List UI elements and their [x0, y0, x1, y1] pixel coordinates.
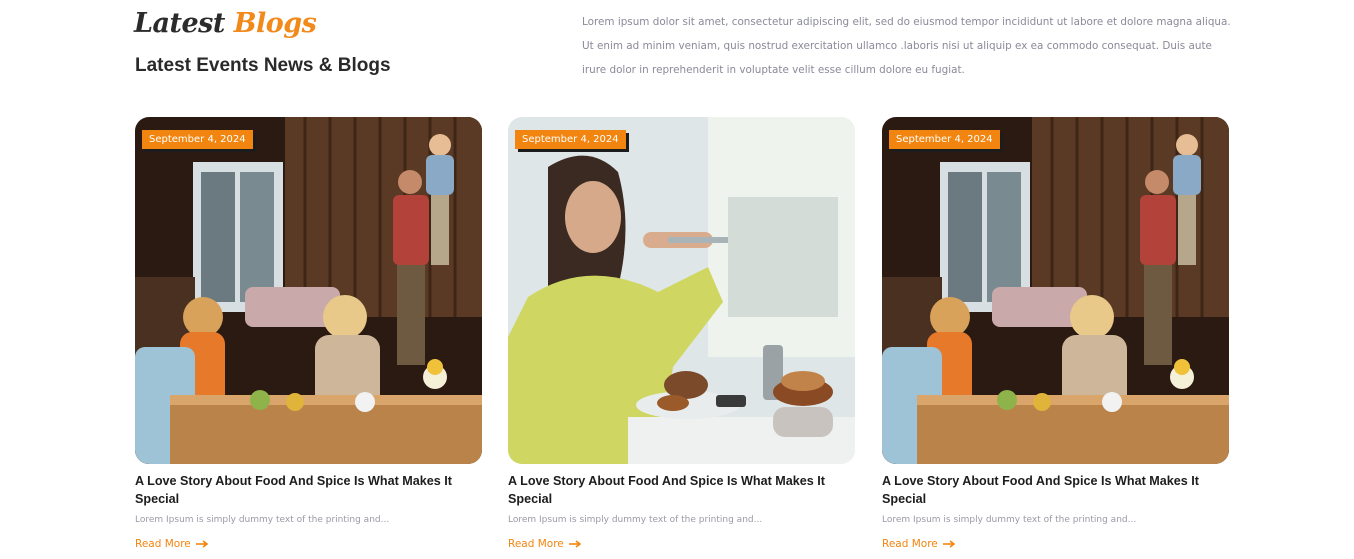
blog-card-image[interactable]: September 4, 2024 — [508, 117, 855, 464]
read-more-link[interactable]: Read More — [882, 538, 955, 550]
section-subtitle: Latest Events News & Blogs — [135, 55, 391, 76]
blog-card-title[interactable]: A Love Story About Food And Spice Is Wha… — [508, 472, 828, 508]
arrow-right-icon — [942, 540, 955, 548]
woman-photographing-food-photo — [508, 117, 855, 464]
blog-card-excerpt: Lorem Ipsum is simply dummy text of the … — [508, 515, 763, 525]
read-more-label: Read More — [508, 538, 564, 550]
script-title-word-1: Latest — [134, 8, 225, 39]
blog-card-image[interactable]: September 4, 2024 — [135, 117, 482, 464]
blog-card[interactable]: September 4, 2024 A Love Story About Foo… — [882, 117, 1229, 552]
family-dinner-photo — [882, 117, 1229, 464]
section-intro-text: Lorem ipsum dolor sit amet, consectetur … — [582, 16, 1231, 76]
read-more-link[interactable]: Read More — [508, 538, 581, 550]
read-more-label: Read More — [135, 538, 191, 550]
read-more-link[interactable]: Read More — [135, 538, 208, 550]
section-script-title: Latest Blogs — [134, 8, 317, 39]
blog-card-excerpt: Lorem Ipsum is simply dummy text of the … — [882, 515, 1137, 525]
script-title-word-2: Blogs — [233, 8, 317, 39]
arrow-right-icon — [195, 540, 208, 548]
blog-cards-list: September 4, 2024 A Love Story About Foo… — [0, 117, 1354, 559]
blog-card-title[interactable]: A Love Story About Food And Spice Is Wha… — [135, 472, 455, 508]
blog-card-image[interactable]: September 4, 2024 — [882, 117, 1229, 464]
blog-card[interactable]: September 4, 2024 A Love Story About Foo… — [508, 117, 855, 552]
blog-card-excerpt: Lorem Ipsum is simply dummy text of the … — [135, 515, 390, 525]
arrow-right-icon — [568, 540, 581, 548]
blog-card-date-badge: September 4, 2024 — [515, 130, 626, 149]
family-dinner-photo — [135, 117, 482, 464]
blog-card-date-badge: September 4, 2024 — [889, 130, 1000, 149]
blog-card[interactable]: September 4, 2024 A Love Story About Foo… — [135, 117, 482, 552]
section-header: Latest Blogs Latest Events News & Blogs … — [0, 0, 1354, 110]
blog-card-title[interactable]: A Love Story About Food And Spice Is Wha… — [882, 472, 1202, 508]
read-more-label: Read More — [882, 538, 938, 550]
blog-card-date-badge: September 4, 2024 — [142, 130, 253, 149]
